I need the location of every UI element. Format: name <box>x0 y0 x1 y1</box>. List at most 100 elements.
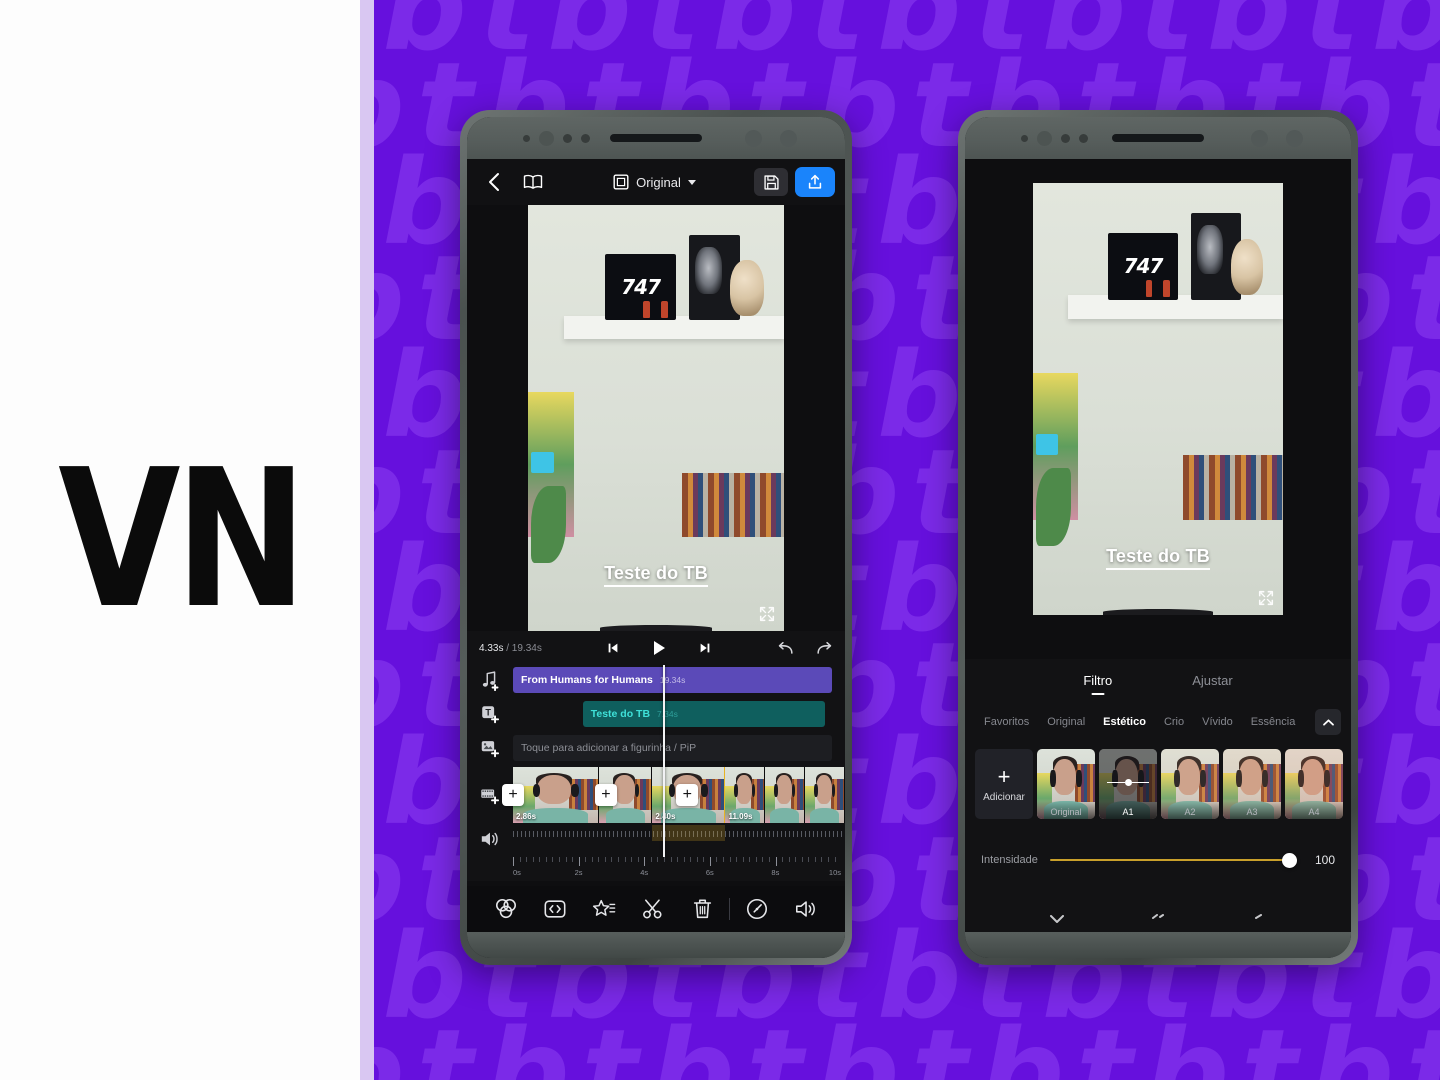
video-clip[interactable] <box>805 767 845 823</box>
filter-thumb-a2[interactable]: A2 <box>1161 749 1219 819</box>
expand-fullscreen-icon <box>1258 590 1274 606</box>
add-clip-button[interactable]: + <box>502 784 524 806</box>
filter-tool-button[interactable] <box>481 897 530 921</box>
filter-thumb-a1[interactable]: A1 <box>1099 749 1157 819</box>
volume-tool-button[interactable] <box>782 897 831 921</box>
vn-logo-panel: VN <box>0 0 360 1080</box>
category-favoritos[interactable]: Favoritos <box>975 716 1038 728</box>
video-clip[interactable]: 2.86s <box>513 767 600 823</box>
filter-thumb-original[interactable]: Original <box>1037 749 1095 819</box>
filter-panel: Filtro Ajustar Favoritos Original Estéti… <box>965 659 1351 932</box>
phone-bezel-bottom <box>467 932 845 958</box>
ruler-label: 4s <box>640 868 649 877</box>
category-essencia[interactable]: Essência <box>1242 716 1305 728</box>
intensity-slider-knob[interactable] <box>1282 852 1297 868</box>
aspect-ratio-selector[interactable]: Original <box>555 174 754 190</box>
editor-toolbar <box>467 886 845 932</box>
timeline: From Humans for Humans 19.34s T Teste do… <box>467 665 845 881</box>
time-indicator: 4.33s / 19.34s <box>479 643 542 654</box>
transition-tool-button[interactable] <box>530 897 579 921</box>
intensity-slider[interactable] <box>1049 852 1297 868</box>
filter-label: A1 <box>1122 807 1134 817</box>
redo-button[interactable] <box>815 641 833 656</box>
skip-previous-button[interactable] <box>606 641 620 655</box>
save-floppy-icon <box>763 174 779 190</box>
playhead[interactable] <box>663 665 665 857</box>
tab-ajustar[interactable]: Ajustar <box>1192 673 1232 692</box>
video-clip[interactable] <box>765 767 806 823</box>
audio-clip[interactable]: From Humans for Humans 19.34s <box>513 667 832 693</box>
add-clip-button[interactable]: + <box>676 784 699 806</box>
earpiece-speaker <box>1112 134 1204 142</box>
time-ruler[interactable]: 0s 2s 4s 6s 8s 10s <box>513 853 841 879</box>
ruler-label: 8s <box>771 868 780 877</box>
video-caption-overlay[interactable]: Teste do TB <box>1033 546 1283 571</box>
expand-preview-button[interactable] <box>1257 589 1275 607</box>
video-clip-strip: 2.86s 2.40s 11.09s + + + <box>502 767 845 823</box>
front-camera <box>539 130 554 146</box>
add-music-button[interactable] <box>467 665 513 695</box>
play-button[interactable] <box>650 639 668 657</box>
save-project-button[interactable] <box>754 168 788 196</box>
sticker-placeholder[interactable]: Toque para adicionar a figurinha / PiP <box>513 735 832 761</box>
partial-icon[interactable] <box>1148 914 1168 928</box>
video-caption-overlay[interactable]: Teste do TB <box>528 563 784 588</box>
star-list-icon <box>593 899 616 916</box>
export-upload-icon <box>808 174 822 189</box>
aspect-ratio-icon <box>613 174 629 190</box>
add-filter-button[interactable]: + Adicionar <box>975 749 1033 819</box>
back-button[interactable] <box>477 172 511 192</box>
split-tool-button[interactable] <box>629 897 678 921</box>
video-frame[interactable]: 747 Teste do TB <box>1033 183 1283 615</box>
filter-intensity-mini-slider[interactable] <box>1107 778 1149 788</box>
add-text-button[interactable]: T <box>467 699 513 729</box>
category-crio[interactable]: Crio <box>1155 716 1193 728</box>
add-sticker-button[interactable] <box>467 733 513 763</box>
delete-tool-button[interactable] <box>678 897 727 921</box>
video-frame[interactable]: 747 Teste do TB <box>528 205 784 631</box>
audio-track-row: From Humans for Humans 19.34s <box>467 665 845 695</box>
skip-next-button[interactable] <box>698 641 712 655</box>
add-clip-button[interactable]: + <box>594 784 617 806</box>
category-estetico[interactable]: Estético <box>1094 716 1155 728</box>
expand-categories-button[interactable] <box>1315 709 1341 735</box>
filter-label: A3 <box>1246 807 1258 817</box>
app-top-bar: Original <box>467 159 845 205</box>
left-phone-mockup: Original 747 Teste do TB 4.33s / 19.34s … <box>460 110 852 965</box>
partial-icon[interactable] <box>1249 914 1269 928</box>
tab-filtro[interactable]: Filtro <box>1083 673 1112 692</box>
category-original[interactable]: Original <box>1038 716 1094 728</box>
chevron-down-icon[interactable] <box>1047 914 1067 928</box>
expand-fullscreen-icon <box>759 606 775 622</box>
video-preview-area: 747 Teste do TB <box>965 159 1351 619</box>
text-clip[interactable]: Teste do TB 7.34s <box>582 701 826 727</box>
track-volume-button[interactable] <box>467 827 513 851</box>
filter-thumb-a4[interactable]: A4 <box>1285 749 1343 819</box>
video-track-row: 2.86s 2.40s 11.09s + + + <box>467 767 845 823</box>
tutorial-book-button[interactable] <box>511 174 555 190</box>
intensity-label: Intensidade <box>981 854 1038 866</box>
filter-categories: Favoritos Original Estético Crio Vívido … <box>965 705 1351 739</box>
speed-tool-button[interactable] <box>732 897 781 921</box>
chevron-left-icon <box>489 173 499 191</box>
video-preview-area: 747 Teste do TB <box>467 205 845 631</box>
intensity-slider-fill <box>1049 858 1297 862</box>
vn-logo: VN <box>58 429 307 651</box>
speed-gauge-icon <box>747 898 768 920</box>
effects-tool-button[interactable] <box>580 897 629 921</box>
play-icon <box>654 641 666 655</box>
color-circles-icon <box>495 898 516 919</box>
front-camera <box>1037 130 1052 146</box>
scissors-icon <box>643 899 663 919</box>
right-phone-screen: 747 Teste do TB Filtro Ajustar Favoritos… <box>965 159 1351 932</box>
text-clip-name: Teste do TB <box>590 708 651 720</box>
expand-preview-button[interactable] <box>758 605 776 623</box>
ruler-label: 2s <box>574 868 583 877</box>
video-clip[interactable]: 11.09s <box>725 767 766 823</box>
undo-button[interactable] <box>777 641 795 656</box>
filter-thumb-a3[interactable]: A3 <box>1223 749 1281 819</box>
code-brackets-icon <box>544 900 566 918</box>
sticker-track-row: Toque para adicionar a figurinha / PiP <box>467 733 845 763</box>
export-button[interactable] <box>795 167 835 197</box>
category-vivido[interactable]: Vívido <box>1193 716 1242 728</box>
